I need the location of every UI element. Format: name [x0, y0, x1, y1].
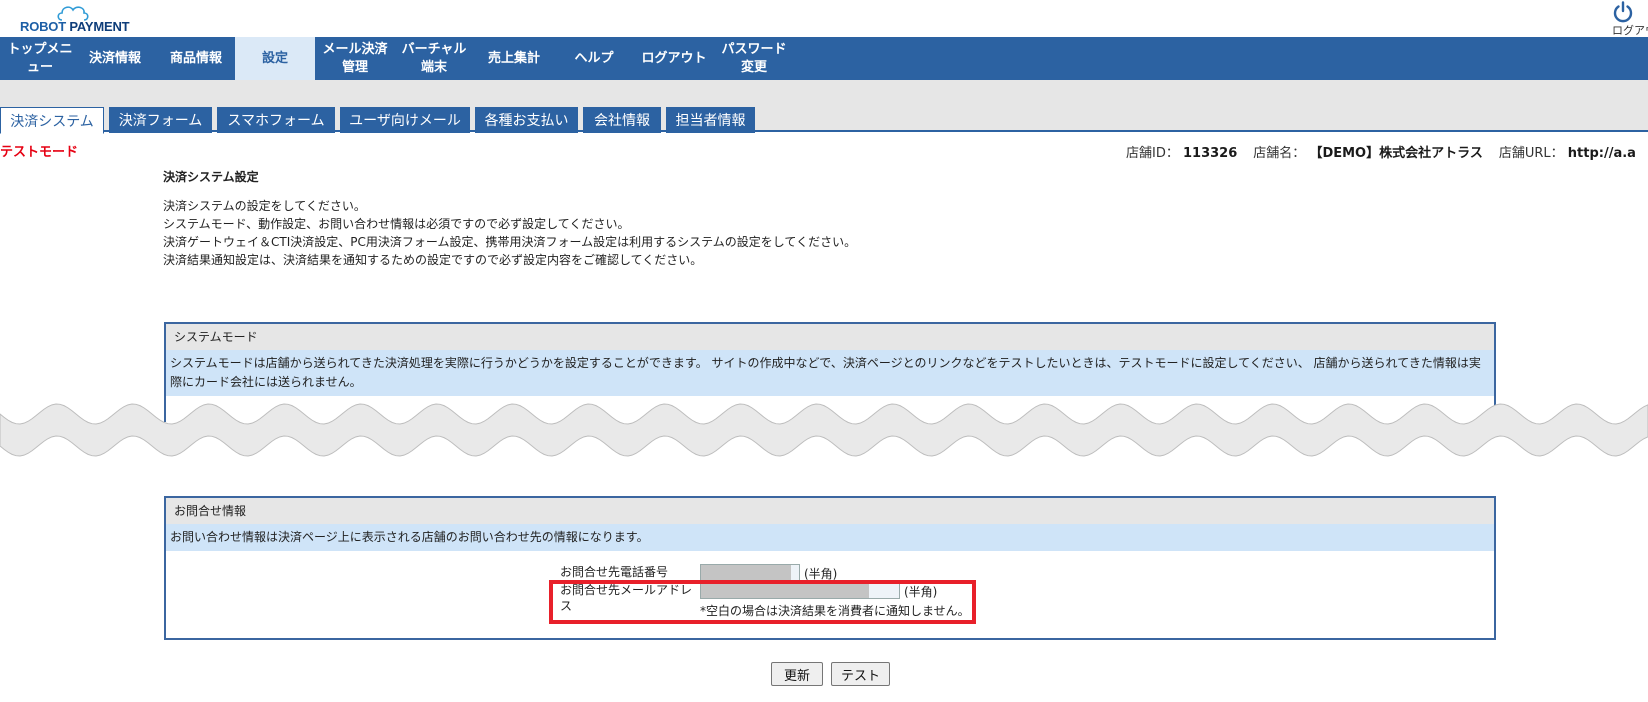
nav-product-info-label: 商品情報: [169, 50, 222, 66]
logo-word-payment: PAYMENT: [69, 19, 130, 34]
nav-sales-summary[interactable]: 売上集計: [478, 37, 550, 80]
phone-label: お問合せ先電話番号: [560, 565, 669, 579]
shop-url-label: 店舗URL：: [1498, 146, 1564, 161]
nav-help[interactable]: ヘルプ: [556, 37, 632, 80]
shop-name-value: 【DEMO】株式会社アトラス: [1309, 146, 1483, 161]
nav-settings[interactable]: 設定: [235, 37, 315, 80]
tab-contact-person-label: 担当者情報: [675, 113, 746, 129]
robot-payment-logo[interactable]: ROBOT PAYMENT: [20, 4, 130, 34]
description-line: 決済システムの設定をしてください。: [163, 199, 366, 213]
test-button[interactable]: テスト: [831, 662, 890, 686]
tab-user-mail[interactable]: ユーザ向けメール: [340, 107, 470, 133]
tab-payment-form[interactable]: 決済フォーム: [109, 107, 212, 133]
tab-user-mail-label: ユーザ向けメール: [349, 113, 461, 129]
update-button[interactable]: 更新: [771, 662, 823, 686]
tab-company-info[interactable]: 会社情報: [583, 107, 661, 133]
nav-password-change-label: パスワード変更: [721, 41, 787, 75]
nav-logout-label: ログアウト: [641, 50, 707, 66]
nav-top-menu[interactable]: トップメニュー: [0, 37, 80, 80]
shop-id-label: 店舗ID：: [1126, 146, 1179, 161]
main-nav: トップメニュー 決済情報 商品情報 設定 メール決済管理 バーチャル端末 売上集…: [0, 37, 1648, 80]
logo-text: ROBOT PAYMENT: [20, 19, 130, 34]
redacted-value: [701, 565, 791, 580]
tab-payment-methods[interactable]: 各種お支払い: [475, 107, 578, 133]
system-mode-description: システムモードは店舗から送られてきた決済処理を実際に行うかどうかを設定することが…: [166, 350, 1494, 396]
system-mode-title: システムモード: [166, 324, 1494, 350]
page-break-wave: [0, 403, 1648, 457]
tab-company-info-label: 会社情報: [594, 113, 650, 129]
contact-description: お問い合わせ情報は決済ページ上に表示される店舗のお問い合わせ先の情報になります。: [166, 524, 1494, 551]
tab-smartphone-form[interactable]: スマホフォーム: [217, 107, 335, 133]
contact-title: お問合せ情報: [166, 498, 1494, 524]
tab-contact-person[interactable]: 担当者情報: [666, 107, 755, 133]
page-title: 決済システム設定: [163, 170, 259, 184]
logo-word-robot: ROBOT: [20, 19, 66, 34]
logout-top-button[interactable]: ログアウ: [1602, 0, 1648, 37]
shop-url-value: http://a.a: [1567, 146, 1636, 161]
description-line: 決済結果通知設定は、決済結果を通知するための設定ですので必ず設定内容をご確認して…: [163, 253, 703, 267]
power-icon: [1613, 1, 1633, 23]
tab-payment-system-label: 決済システム: [10, 113, 94, 130]
nav-payment-info[interactable]: 決済情報: [80, 37, 150, 80]
nav-top-menu-label: トップメニュー: [7, 41, 73, 75]
shop-info: 店舗ID： 113326 店舗名： 【DEMO】株式会社アトラス 店舗URL： ht…: [1126, 142, 1636, 161]
test-mode-indicator: テストモード: [0, 145, 79, 160]
nav-virtual-terminal-label: バーチャル端末: [401, 41, 467, 75]
nav-settings-label: 設定: [261, 50, 288, 66]
tab-payment-form-label: 決済フォーム: [118, 113, 203, 129]
nav-payment-info-label: 決済情報: [88, 50, 141, 66]
nav-virtual-terminal[interactable]: バーチャル端末: [398, 37, 470, 80]
nav-password-change[interactable]: パスワード変更: [714, 37, 794, 80]
page-description: 決済システムの設定をしてください。 システムモード、動作設定、お問い合わせ情報は…: [163, 197, 856, 269]
tab-payment-system[interactable]: 決済システム: [0, 107, 104, 134]
tab-smartphone-form-label: スマホフォーム: [227, 113, 325, 129]
highlight-box: [549, 580, 976, 624]
tab-payment-methods-label: 各種お支払い: [484, 113, 569, 129]
shop-id-value: 113326: [1183, 146, 1238, 161]
logout-top-label: ログアウ: [1612, 24, 1648, 37]
description-line: システムモード、動作設定、お問い合わせ情報は必須ですので必ず設定してください。: [163, 217, 630, 231]
nav-mail-payment-label: メール決済管理: [322, 41, 388, 75]
nav-product-info[interactable]: 商品情報: [158, 37, 234, 80]
phone-input[interactable]: [700, 564, 800, 581]
nav-help-label: ヘルプ: [574, 50, 614, 66]
nav-logout[interactable]: ログアウト: [634, 37, 714, 80]
shop-name-label: 店舗名：: [1253, 146, 1306, 161]
nav-mail-payment[interactable]: メール決済管理: [316, 37, 394, 80]
description-line: 決済ゲートウェイ＆CTI決済設定、PC用決済フォーム設定、携帯用決済フォーム設定…: [163, 235, 857, 249]
nav-sales-summary-label: 売上集計: [487, 50, 540, 66]
page-root: ROBOT PAYMENT ログアウ トップメニュー 決済情報 商品情報 設定 …: [0, 0, 1648, 702]
